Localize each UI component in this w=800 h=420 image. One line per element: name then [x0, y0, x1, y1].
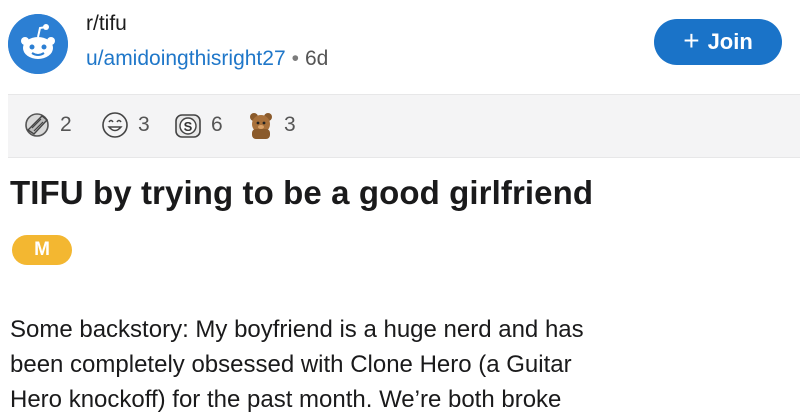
award-count: 6 [211, 113, 223, 136]
award-count: 3 [284, 113, 296, 136]
bear-award-icon [250, 113, 272, 139]
join-button[interactable]: + Join [654, 19, 782, 65]
subreddit-avatar[interactable] [8, 14, 68, 74]
author-link[interactable]: u/amidoingthisright27 [86, 47, 286, 70]
award-item[interactable]: S 6 [173, 110, 223, 140]
post-body-line: Hero knockoff) for the past month. We’re… [10, 386, 562, 413]
post-body-line: Some backstory: My boyfriend is a huge n… [10, 316, 584, 343]
facepalm-award-icon [25, 113, 49, 137]
reddit-snoo-icon [8, 14, 68, 74]
plus-icon: + [683, 24, 700, 56]
post-age: 6d [304, 47, 329, 70]
silver-award-icon: S [175, 114, 201, 138]
post-meta: u/amidoingthisright27 • 6d [86, 47, 328, 71]
laughing-face-award-icon [102, 112, 128, 138]
post-header: r/tifu u/amidoingthisright27 • 6d + Join [0, 0, 800, 92]
join-label: Join [707, 29, 753, 54]
post-title[interactable]: TIFU by trying to be a good girlfriend [10, 174, 593, 212]
svg-text:S: S [184, 119, 193, 134]
meta-separator: • [291, 47, 299, 70]
post-body: Some backstory: My boyfriend is a huge n… [10, 312, 795, 417]
award-count: 2 [60, 113, 72, 136]
post-flair[interactable]: M [12, 235, 72, 265]
awards-bar[interactable]: 2 3 S 6 3 [8, 94, 800, 158]
award-item[interactable]: 2 [22, 110, 72, 140]
award-item[interactable]: 3 [246, 110, 296, 140]
award-count: 3 [138, 113, 150, 136]
post-body-line: been completely obsessed with Clone Hero… [10, 351, 572, 378]
subreddit-name[interactable]: r/tifu [86, 12, 127, 36]
award-item[interactable]: 3 [100, 110, 150, 140]
